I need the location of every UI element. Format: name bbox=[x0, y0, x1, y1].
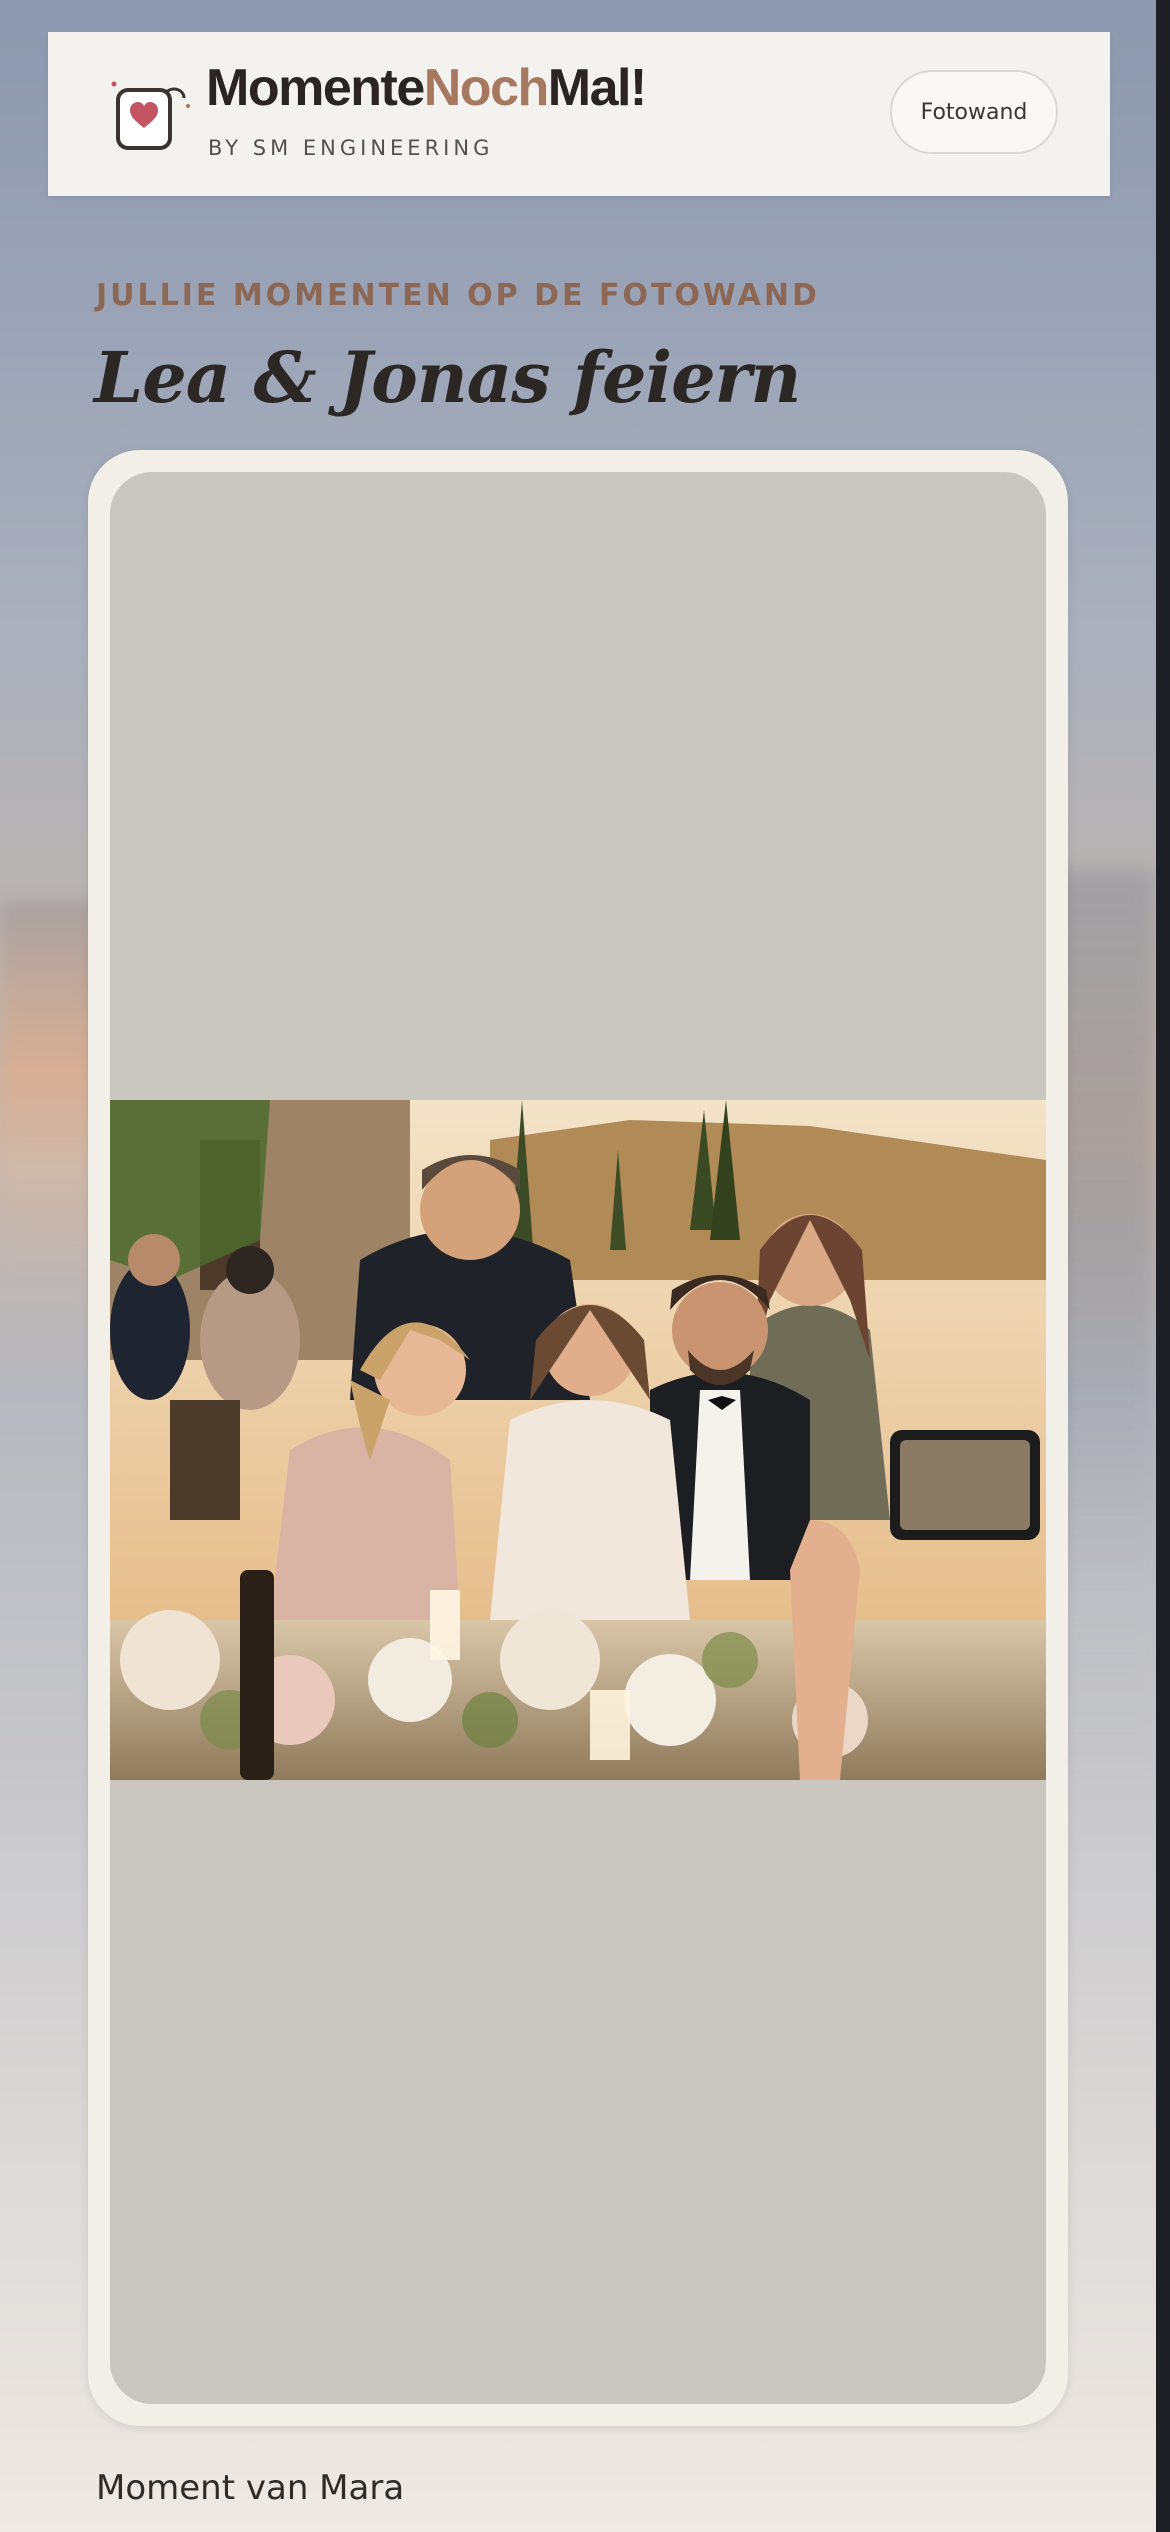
group-photo[interactable] bbox=[110, 1100, 1046, 1780]
section-eyebrow: JULLIE MOMENTEN OP DE FOTOWAND bbox=[96, 278, 820, 313]
app-header: MomenteNochMal! BY SM ENGINEERING Fotowa… bbox=[48, 32, 1110, 196]
event-title: Lea & Jonas feiern bbox=[94, 336, 801, 419]
photo-card bbox=[88, 450, 1068, 2426]
window-edge bbox=[1156, 0, 1170, 2532]
heart-frame-icon[interactable] bbox=[104, 70, 194, 160]
brand-part-1: Momente bbox=[206, 59, 425, 117]
brand-byline: BY SM ENGINEERING bbox=[208, 136, 494, 160]
brand-part-2: Noch bbox=[423, 59, 550, 117]
brand-part-3: Mal! bbox=[547, 59, 648, 117]
fotowand-button[interactable]: Fotowand bbox=[890, 70, 1058, 154]
brand-name[interactable]: MomenteNochMal! bbox=[206, 58, 648, 118]
photo-caption: Moment van Mara bbox=[96, 2468, 405, 2508]
photo-frame bbox=[110, 472, 1046, 2404]
